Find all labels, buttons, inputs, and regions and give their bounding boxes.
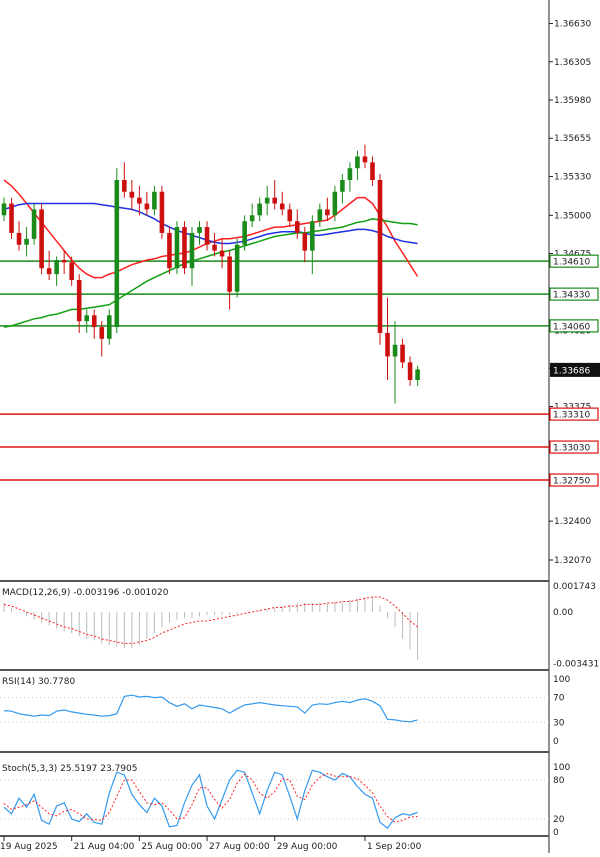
candle-body xyxy=(257,203,262,216)
level-tag-label: 1.34330 xyxy=(553,291,590,301)
candle-body xyxy=(189,232,195,269)
y-tick-label: 1.35655 xyxy=(554,134,591,144)
candle-body xyxy=(272,197,278,204)
rsi-y-tick-label: 0 xyxy=(553,737,559,747)
candle-body xyxy=(347,168,353,180)
candle-body xyxy=(76,280,82,322)
candle-body xyxy=(182,227,187,269)
moving-average-line xyxy=(3,179,419,279)
macd-y-tick-label: 0.00 xyxy=(553,608,573,618)
level-tag-label: 1.34060 xyxy=(553,322,590,332)
level-tag-label: 1.34610 xyxy=(553,258,590,268)
chart-svg: 1.36630 1.36305 1.35980 1.35655 1.35330 1.350… xyxy=(0,0,600,853)
macd-signal-line xyxy=(3,596,418,644)
candle-body xyxy=(227,256,232,292)
candle-body xyxy=(287,209,293,222)
candle-body xyxy=(106,315,112,339)
chart-root: 1.36630 1.36305 1.35980 1.35655 1.35330 1.350… xyxy=(0,0,600,853)
candle-body xyxy=(137,197,142,204)
stoch-k-line xyxy=(3,769,418,829)
candle-body xyxy=(219,250,225,257)
candle-body xyxy=(144,203,150,210)
y-tick-label: 1.35980 xyxy=(554,96,591,106)
candle-body xyxy=(355,156,360,169)
candle-body xyxy=(204,227,210,245)
candle-body xyxy=(302,232,308,251)
candle-body xyxy=(46,268,52,275)
candle-body xyxy=(407,362,413,380)
candle-body xyxy=(129,191,135,198)
rsi-label: RSI(14) 30.7780 xyxy=(2,677,75,687)
stoch-y-tick-label: 80 xyxy=(553,776,565,786)
candle-body xyxy=(31,209,37,239)
candle-body xyxy=(122,180,127,192)
candle-body xyxy=(332,191,338,216)
y-tick-label: 1.32070 xyxy=(554,556,591,566)
x-tick-label: 1 Sep 20:00 xyxy=(367,842,422,852)
rsi-y-tick-label: 70 xyxy=(553,694,565,704)
stoch-y-tick-label: 0 xyxy=(553,828,559,838)
level-tag-label: 1.33310 xyxy=(553,411,590,421)
candle-body xyxy=(16,232,22,245)
level-tag-label: 1.33030 xyxy=(553,444,590,454)
candle-body xyxy=(197,227,202,233)
candle-body xyxy=(340,180,345,192)
macd-y-tick-label: 0.001743 xyxy=(553,582,596,592)
rsi-y-tick-label: 30 xyxy=(553,718,565,728)
candle-body xyxy=(249,215,255,222)
candle-body xyxy=(152,191,157,210)
candle-body xyxy=(370,162,375,180)
candle-body xyxy=(242,221,247,245)
candle-body xyxy=(167,232,172,269)
stoch-y-tick-label: 20 xyxy=(553,815,565,825)
candle-body xyxy=(392,344,398,357)
stoch-d-line xyxy=(3,772,418,823)
stoch-y-tick-label: 100 xyxy=(553,763,570,773)
candle-body xyxy=(174,227,180,269)
moving-average-line xyxy=(3,218,418,328)
candle-body xyxy=(39,209,44,269)
rsi-y-tick-label: 100 xyxy=(553,675,570,685)
candle-body xyxy=(310,221,315,251)
x-tick-label: 21 Aug 04:00 xyxy=(74,842,135,852)
x-tick-label: 25 Aug 00:00 xyxy=(141,842,202,852)
candle-body xyxy=(415,369,420,380)
candle-body xyxy=(317,209,323,222)
y-tick-label: 1.36630 xyxy=(554,20,591,30)
candle-body xyxy=(84,315,90,322)
candle-body xyxy=(9,203,14,233)
candle-body xyxy=(69,262,74,280)
rsi-line xyxy=(3,694,418,723)
candle-body xyxy=(24,238,29,245)
candle-body xyxy=(159,191,165,233)
candle-body xyxy=(279,203,285,210)
candle-body xyxy=(91,315,97,328)
candle-body xyxy=(385,332,390,357)
candle-body xyxy=(264,197,270,204)
candle-body xyxy=(294,221,300,233)
candle-body xyxy=(362,156,368,163)
y-tick-label: 1.36305 xyxy=(554,58,591,68)
candle-body xyxy=(234,244,240,292)
candle-body xyxy=(212,244,217,251)
y-tick-label: 1.32400 xyxy=(554,517,591,527)
candle-body xyxy=(114,180,120,328)
candle-body xyxy=(99,327,105,339)
x-tick-label: 29 Aug 00:00 xyxy=(277,842,338,852)
y-tick-label: 1.35330 xyxy=(554,172,591,182)
level-tag-label: 1.32750 xyxy=(553,477,590,487)
x-tick-label: 27 Aug 00:00 xyxy=(209,842,270,852)
candle-body xyxy=(54,260,59,275)
macd-y-tick-label: -0.003431 xyxy=(553,659,599,669)
candle-body xyxy=(400,344,405,363)
stoch-label: Stoch(5,3,3) 25.5197 23.7905 xyxy=(2,764,137,774)
candle-body xyxy=(325,209,330,216)
macd-label: MACD(12,26,9) -0.003196 -0.001020 xyxy=(2,588,169,598)
candle-body xyxy=(1,203,7,216)
candle-body xyxy=(61,260,67,263)
current-price-label: 1.33686 xyxy=(553,366,590,376)
candle-body xyxy=(377,180,383,333)
y-tick-label: 1.35000 xyxy=(554,211,591,221)
x-tick-label: 19 Aug 2025 xyxy=(0,842,58,852)
